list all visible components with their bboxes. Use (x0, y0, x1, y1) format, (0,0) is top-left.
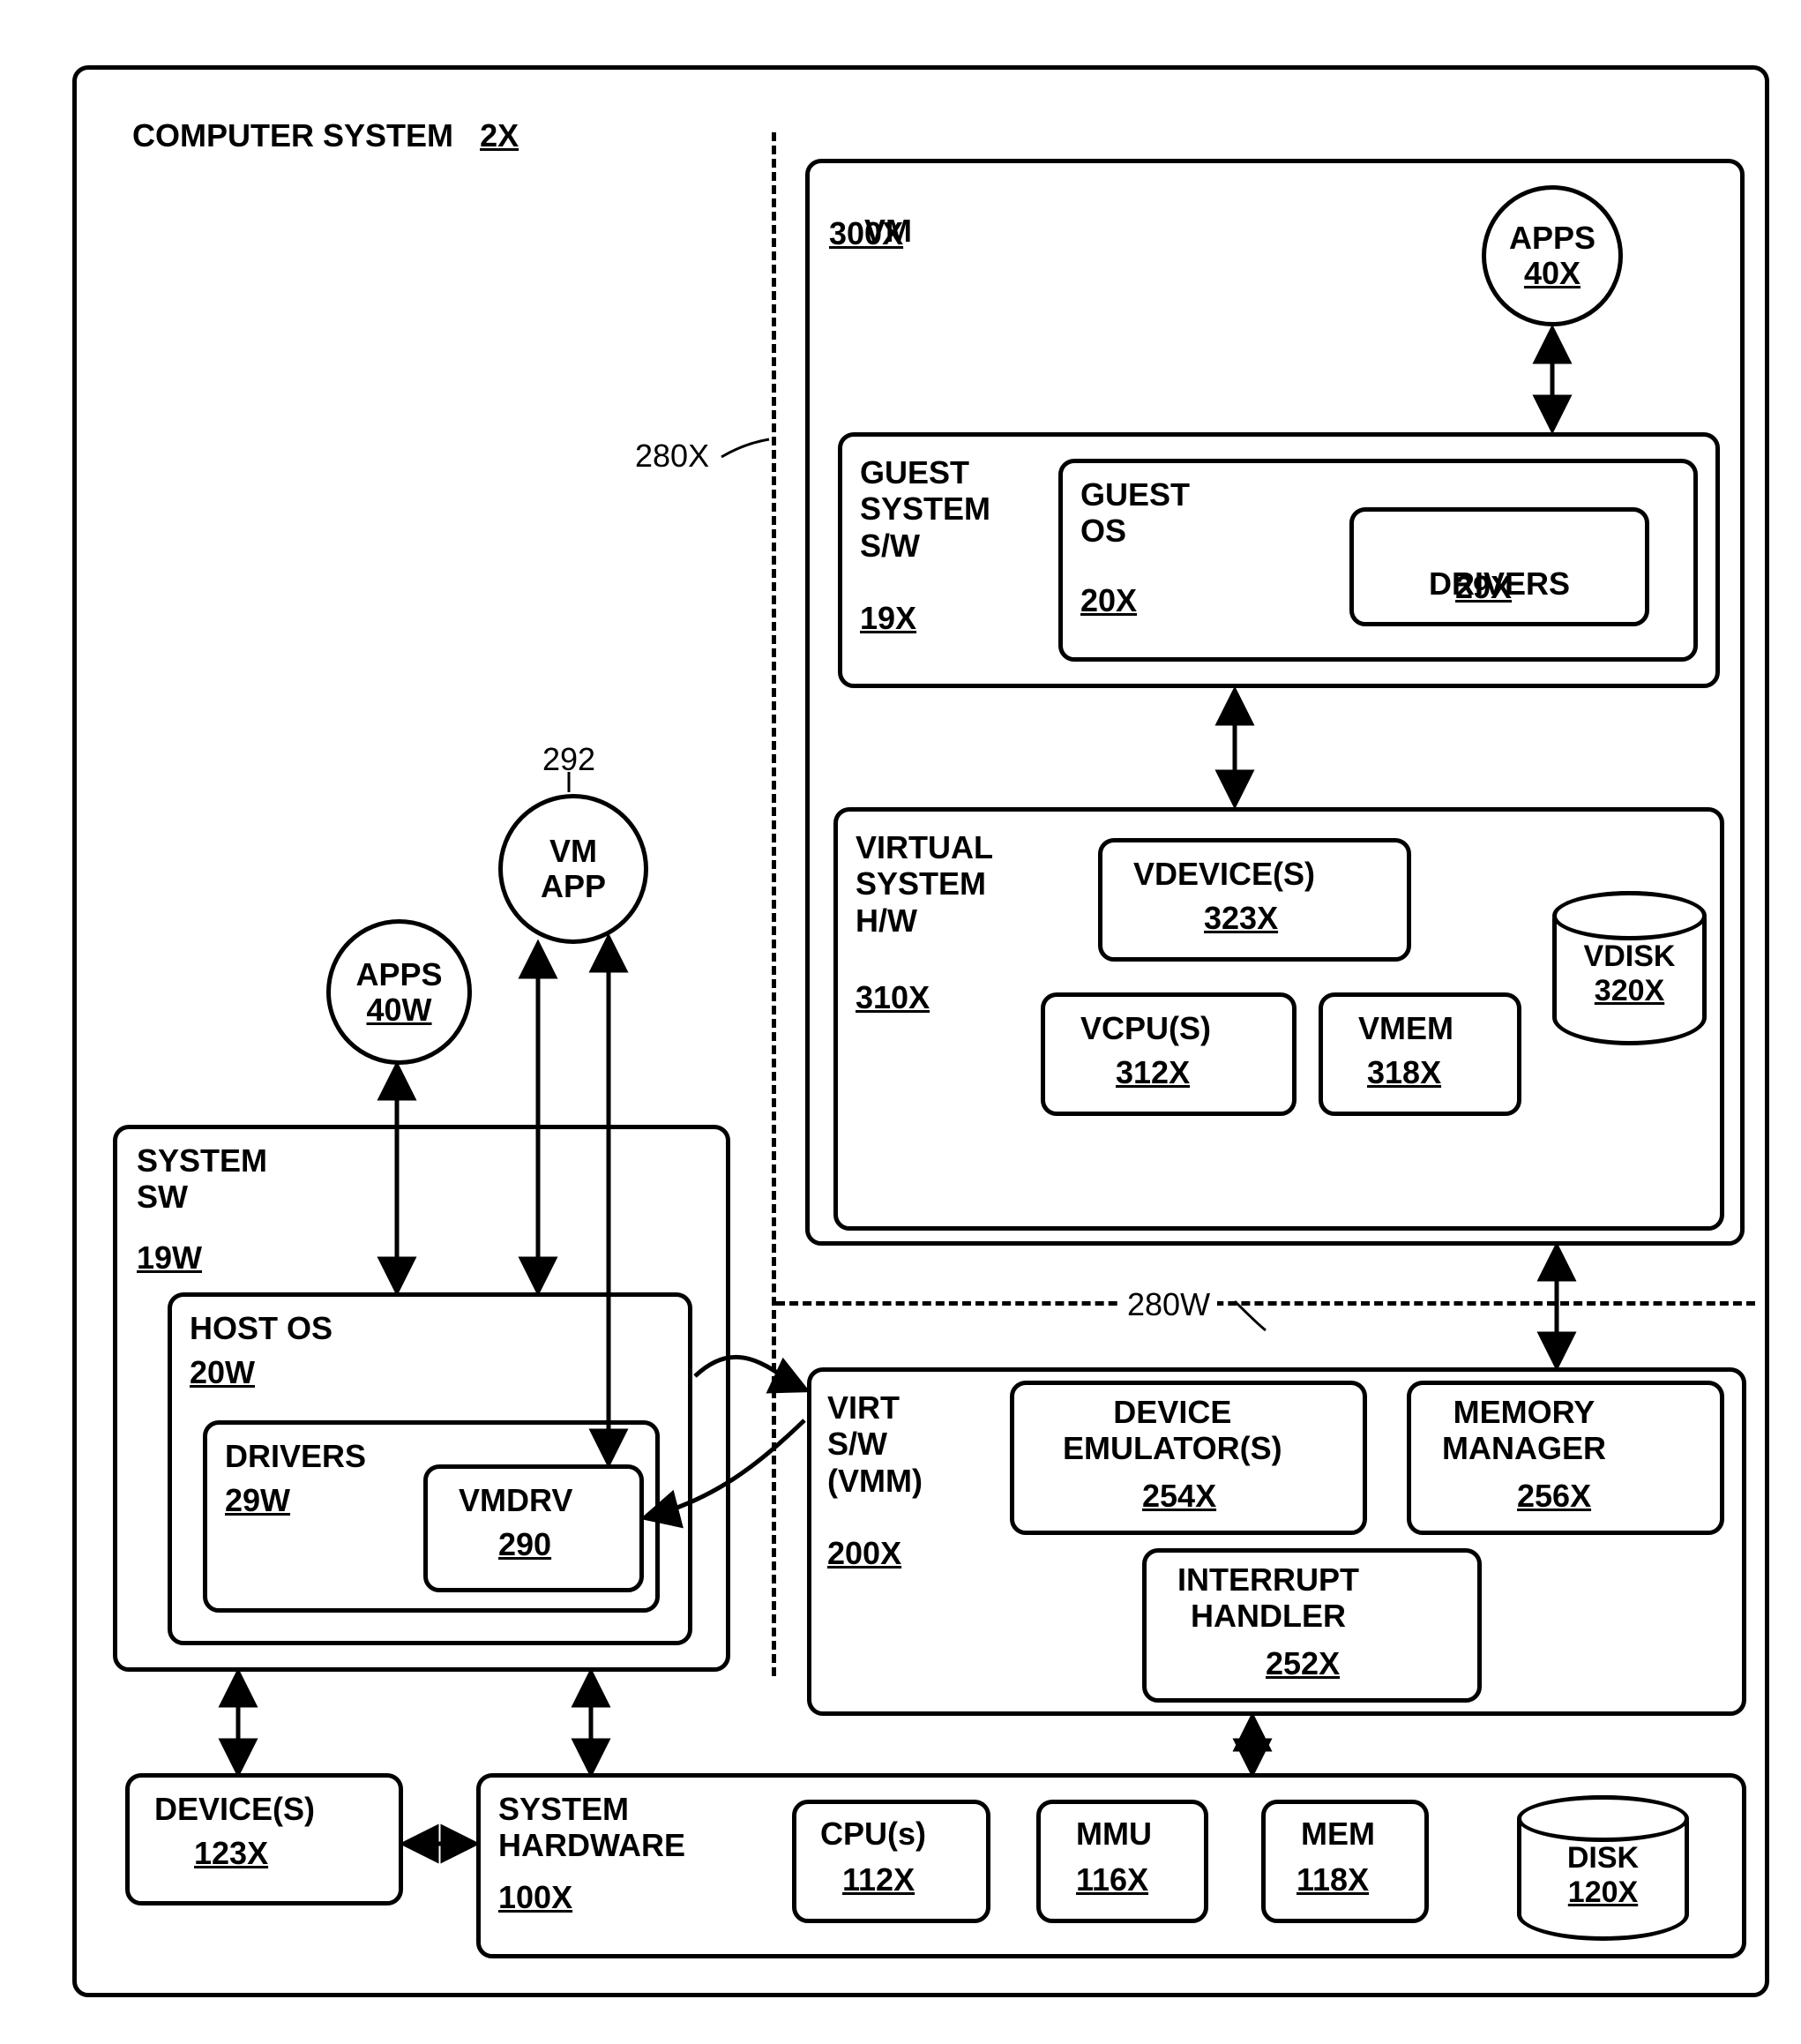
guest-system-sw-title: GUEST SYSTEM S/W (860, 454, 990, 564)
system-sw-ref: 19W (137, 1239, 202, 1276)
interrupt-handler-ref: 252X (1266, 1645, 1340, 1681)
vmem-title: VMEM (1358, 1010, 1454, 1046)
vdevice-ref: 323X (1204, 900, 1278, 936)
virtual-hw-title: VIRTUAL SYSTEM H/W (856, 829, 993, 939)
devices-ref: 123X (194, 1835, 268, 1871)
apps-x-circle: APPS 40X (1482, 185, 1623, 326)
guest-system-sw-ref: 19X (860, 600, 916, 636)
boundary-280x-label: 280X (635, 438, 709, 475)
drivers-x-ref: 29X (1455, 569, 1512, 605)
device-emulator-ref: 254X (1142, 1478, 1216, 1514)
mem-ref: 118X (1297, 1861, 1369, 1898)
vdisk-cylinder: VDISK 320X (1552, 891, 1707, 1045)
drivers-w-ref: 29W (225, 1482, 290, 1518)
drivers-w-title: DRIVERS (225, 1438, 366, 1474)
vmm-ref: 200X (827, 1535, 901, 1571)
system-hardware-title: SYSTEM HARDWARE (498, 1791, 685, 1864)
mmu-ref: 116X (1076, 1861, 1148, 1898)
cpu-title: CPU(s) (820, 1816, 926, 1852)
diagram-canvas: COMPUTER SYSTEM 2X 280X 280W VM 300X APP… (18, 18, 1801, 2026)
cpu-ref: 112X (842, 1861, 915, 1898)
vmdrv-ref: 290 (498, 1526, 551, 1562)
host-os-title: HOST OS (190, 1310, 333, 1346)
vm-ref: 300X (829, 215, 903, 251)
dashed-boundary-vertical (772, 132, 776, 1676)
disk-cylinder: DISK 120X (1517, 1795, 1689, 1941)
vmapp-ref: 292 (542, 741, 595, 778)
vmem-ref: 318X (1367, 1054, 1441, 1090)
system-hardware-ref: 100X (498, 1879, 572, 1915)
device-emulator-title: DEVICE EMULATOR(S) (1063, 1394, 1282, 1467)
devices-title: DEVICE(S) (154, 1791, 315, 1827)
vcpu-title: VCPU(S) (1080, 1010, 1211, 1046)
mem-title: MEM (1301, 1816, 1375, 1852)
vmm-title: VIRT S/W (VMM) (827, 1389, 923, 1499)
interrupt-handler-title: INTERRUPT HANDLER (1177, 1561, 1359, 1635)
computer-system-title: COMPUTER SYSTEM 2X (97, 81, 519, 191)
virtual-hw-ref: 310X (856, 979, 930, 1015)
vmdrv-title: VMDRV (459, 1482, 572, 1518)
guest-os-ref: 20X (1080, 582, 1137, 618)
host-os-ref: 20W (190, 1354, 255, 1390)
apps-w-circle: APPS 40W (326, 919, 472, 1065)
memory-manager-ref: 256X (1517, 1478, 1591, 1514)
memory-manager-title: MEMORY MANAGER (1442, 1394, 1606, 1467)
mmu-title: MMU (1076, 1816, 1152, 1852)
vcpu-ref: 312X (1116, 1054, 1190, 1090)
guest-os-title: GUEST OS (1080, 476, 1190, 550)
system-sw-title: SYSTEM SW (137, 1142, 267, 1216)
vdevice-title: VDEVICE(S) (1133, 856, 1315, 892)
dashed-boundary-horizontal (776, 1301, 1755, 1306)
vmapp-circle: VM APP (498, 794, 648, 944)
boundary-280w-label: 280W (1120, 1286, 1217, 1323)
